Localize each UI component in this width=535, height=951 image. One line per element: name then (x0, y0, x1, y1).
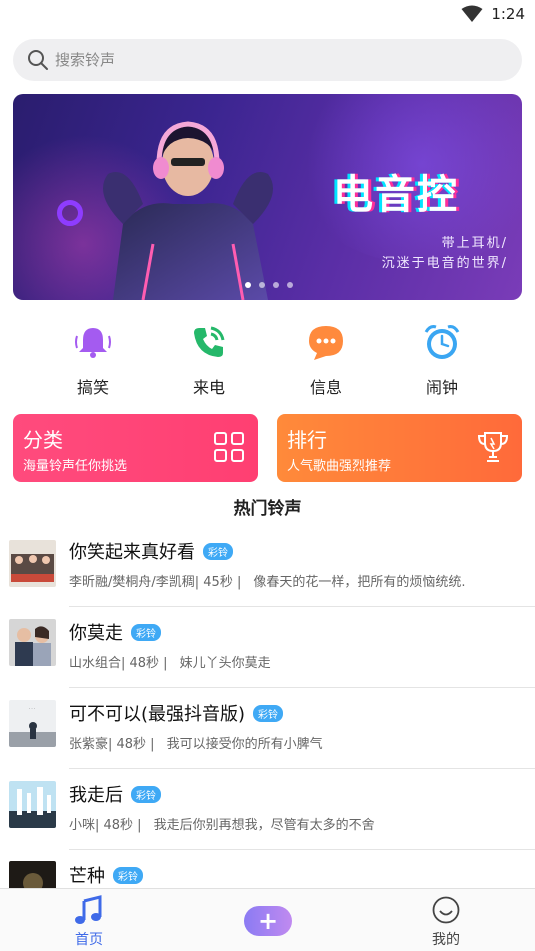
list-item[interactable]: 你笑起来真好看 彩铃 李昕融/樊桐舟/李凯稠| 45秒 | 像春天的花一样，把所有的… (0, 526, 535, 607)
song-lyric: 我可以接受你的所有小脾气 (166, 737, 323, 752)
search-bar[interactable] (13, 39, 522, 81)
banner-headline: 电音控 (333, 172, 459, 218)
ringback-tag: 彩铃 (253, 704, 284, 722)
card-title: 排行 (287, 428, 327, 452)
album-cover (9, 540, 56, 587)
chat-icon (309, 326, 343, 360)
song-title-text: 我走后 (69, 785, 123, 806)
tab-home[interactable]: 首页 (49, 895, 129, 949)
song-lyric: 妹儿丫头你莫走 (179, 656, 271, 671)
song-title: 我走后 彩铃 (69, 781, 161, 807)
banner-subtitle-2: 沉迷于电音的世界/ (381, 256, 508, 271)
wifi-icon (461, 5, 483, 22)
add-button[interactable]: + (244, 906, 292, 936)
song-artist-duration: 小咪| 48秒 | (69, 818, 142, 833)
svg-text:· · ·: · · · (29, 706, 35, 711)
album-cover (9, 619, 56, 666)
song-title: 芒种 彩铃 (69, 862, 143, 888)
song-artist-duration: 山水组合| 48秒 | (69, 656, 168, 671)
category-label: 搞笑 (76, 378, 109, 397)
category-funny[interactable]: 搞笑 (53, 322, 133, 398)
alarm-clock-icon (424, 325, 460, 359)
ringback-tag: 彩铃 (203, 542, 233, 560)
pager-dot[interactable] (273, 282, 279, 288)
ringback-tag: 彩铃 (131, 623, 161, 641)
song-meta: 小咪| 48秒 | 我走后你别再想我，尽管有太多的不舍 (69, 814, 375, 833)
ringback-tag: 彩铃 (131, 785, 161, 803)
pager-dot[interactable] (259, 282, 265, 288)
search-icon (28, 50, 48, 70)
song-meta: 李昕融/樊桐舟/李凯稠| 45秒 | 像春天的花一样，把所有的烦恼统统. (69, 571, 465, 590)
banner-subtitle-1: 带上耳机/ (441, 236, 508, 251)
grid-icon (214, 432, 244, 462)
banner-headphone-person-image (103, 121, 273, 300)
category-label: 来电 (192, 378, 225, 397)
song-lyric: 我走后你别再想我，尽管有太多的不舍 (153, 818, 375, 833)
category-shortcuts: 搞笑 来电 信息 闹钟 (0, 322, 535, 400)
song-artist-duration: 李昕融/樊桐舟/李凯稠| 45秒 | (69, 575, 242, 590)
banner-ring-decoration (57, 200, 83, 226)
card-subtitle: 海量铃声任你挑选 (23, 459, 128, 474)
category-label: 信息 (309, 378, 342, 397)
promo-banner[interactable]: 电音控 带上耳机/ 沉迷于电音的世界/ (13, 94, 522, 300)
search-input[interactable] (55, 51, 475, 69)
list-item[interactable]: 我走后 彩铃 小咪| 48秒 | 我走后你别再想我，尽管有太多的不舍 (0, 769, 535, 850)
bell-icon (75, 328, 111, 358)
status-time: 1:24 (491, 5, 525, 23)
song-title: 你莫走 彩铃 (69, 619, 161, 645)
list-item[interactable]: · · · 可不可以(最强抖音版) 彩铃 张紫豪| 48秒 | 我可以接受你的所有小… (0, 688, 535, 769)
phone-icon (194, 326, 225, 357)
ringback-tag: 彩铃 (113, 866, 143, 884)
album-cover (9, 781, 56, 828)
category-incoming-call[interactable]: 来电 (169, 322, 249, 398)
song-title-text: 芒种 (69, 866, 105, 887)
list-item[interactable]: 芒种 彩铃 (0, 850, 535, 888)
trophy-icon (477, 432, 509, 462)
smiley-icon (432, 896, 460, 924)
tab-label: 我的 (432, 932, 460, 948)
bottom-tab-bar: 首页 + 我的 (0, 888, 535, 951)
category-label: 闹钟 (425, 378, 458, 397)
song-artist-duration: 张紫豪| 48秒 | (69, 737, 155, 752)
tab-label: 首页 (75, 932, 103, 948)
plus-icon: + (257, 907, 279, 935)
song-title: 可不可以(最强抖音版) 彩铃 (69, 700, 284, 726)
song-lyric: 像春天的花一样，把所有的烦恼统统. (253, 575, 466, 590)
song-title-text: 你莫走 (69, 623, 123, 644)
category-alarm[interactable]: 闹钟 (402, 322, 482, 398)
pager-dot[interactable] (287, 282, 293, 288)
pager-dot[interactable] (245, 282, 251, 288)
list-item[interactable]: 你莫走 彩铃 山水组合| 48秒 | 妹儿丫头你莫走 (0, 607, 535, 688)
song-title-text: 你笑起来真好看 (69, 542, 195, 563)
song-title-text: 可不可以(最强抖音版) (69, 704, 246, 725)
banner-pager (245, 282, 293, 288)
card-title: 分类 (23, 428, 63, 452)
album-cover (9, 861, 56, 888)
album-cover: · · · (9, 700, 56, 747)
song-meta: 山水组合| 48秒 | 妹儿丫头你莫走 (69, 652, 271, 671)
music-note-icon (75, 895, 102, 924)
category-message[interactable]: 信息 (286, 322, 366, 398)
song-meta: 张紫豪| 48秒 | 我可以接受你的所有小脾气 (69, 733, 323, 752)
category-card[interactable]: 分类 海量铃声任你挑选 (13, 414, 258, 482)
status-bar: 1:24 (0, 0, 535, 30)
song-title: 你笑起来真好看 彩铃 (69, 538, 233, 564)
card-subtitle: 人气歌曲强烈推荐 (287, 459, 392, 474)
ranking-card[interactable]: 排行 人气歌曲强烈推荐 (277, 414, 522, 482)
tab-mine[interactable]: 我的 (406, 895, 486, 949)
section-title: 热门铃声 (233, 499, 302, 519)
